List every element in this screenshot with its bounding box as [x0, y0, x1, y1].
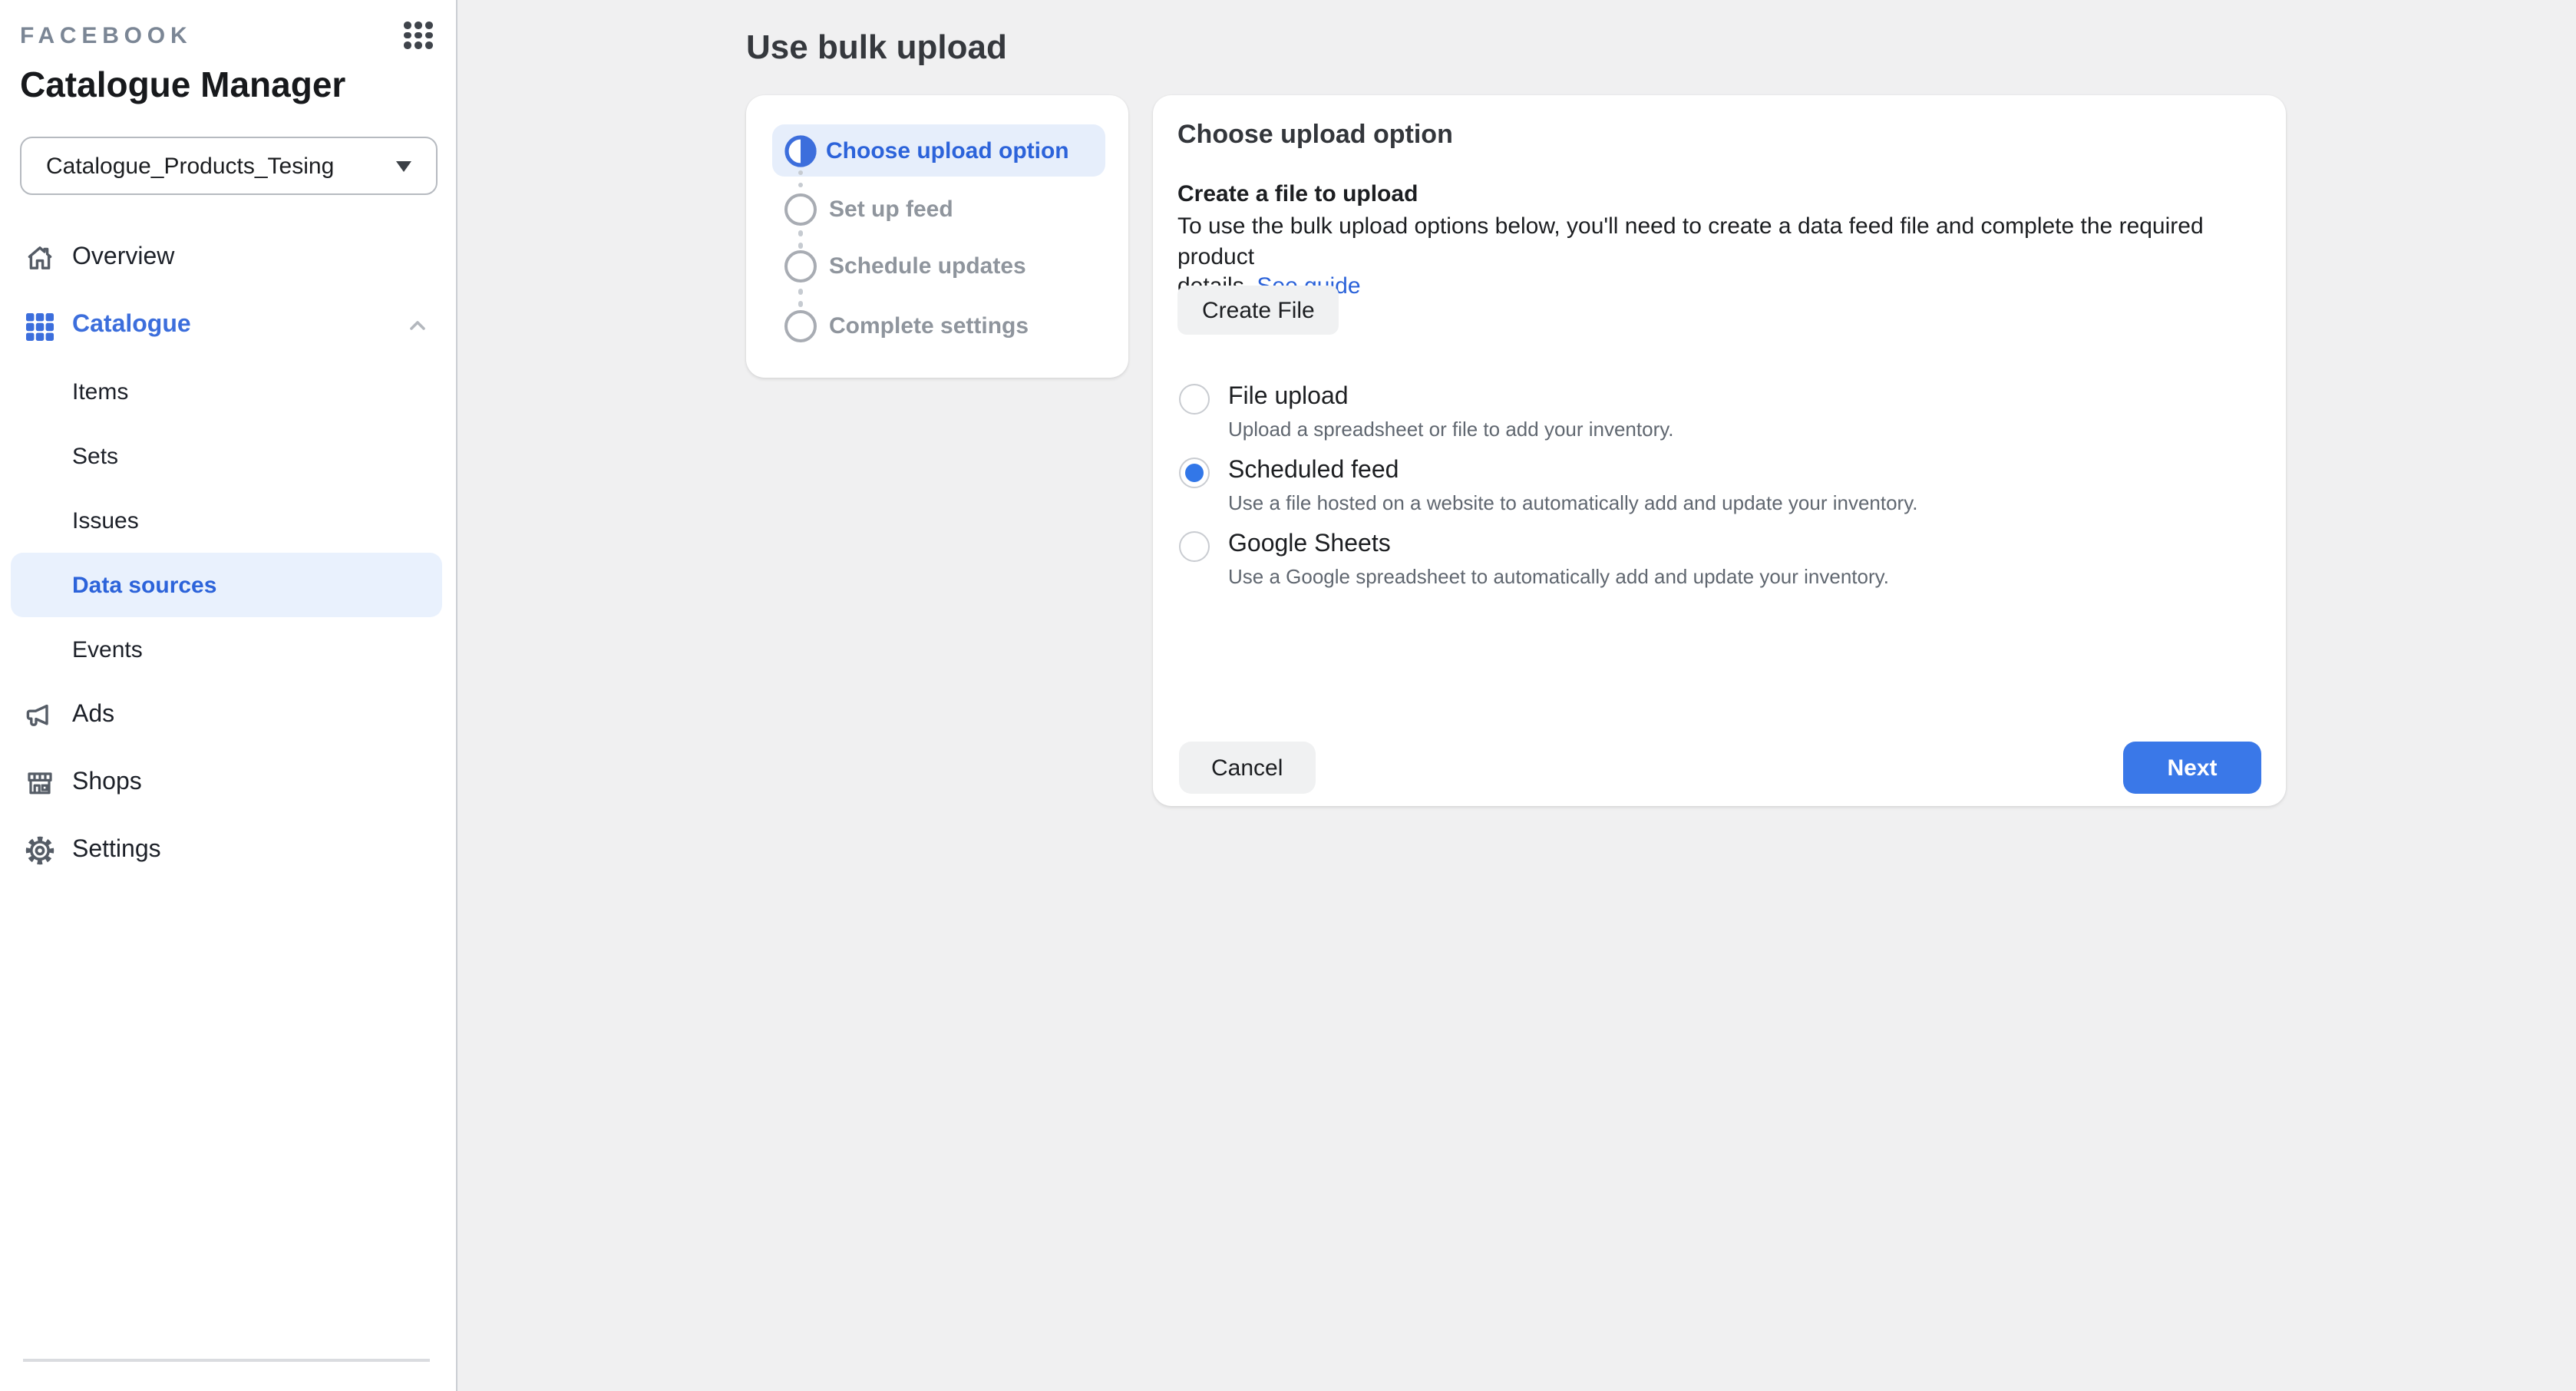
storefront-icon [25, 768, 55, 798]
sidebar: FACEBOOK Catalogue Manager Catalogue_Pro… [0, 0, 457, 1391]
step-circle-icon [784, 193, 817, 226]
radio-google-sheets[interactable] [1179, 531, 1210, 562]
sidebar-item-catalogue[interactable]: Catalogue [0, 292, 454, 359]
step-circle-icon [784, 310, 817, 342]
grid-icon [25, 310, 55, 341]
option-file-upload[interactable]: File upload Upload a spreadsheet or file… [1179, 382, 1674, 442]
option-description: Use a Google spreadsheet to automaticall… [1228, 563, 1889, 590]
step-label: Choose upload option [826, 137, 1069, 164]
option-label: Google Sheets [1228, 530, 1889, 560]
sidebar-item-ads[interactable]: Ads [0, 682, 454, 749]
catalogue-selector-value: Catalogue_Products_Tesing [46, 153, 384, 179]
sidebar-item-label: Issues [72, 507, 139, 534]
stepper-card: Choose upload option Set up feed Schedul… [746, 95, 1128, 378]
megaphone-icon [25, 700, 55, 731]
radio-file-upload[interactable] [1179, 384, 1210, 415]
app-title: Catalogue Manager [20, 64, 345, 106]
step-label: Schedule updates [829, 253, 1026, 279]
sidebar-item-shops[interactable]: Shops [0, 749, 454, 817]
option-label: File upload [1228, 382, 1674, 413]
caret-down-icon [396, 160, 411, 171]
sidebar-item-sets[interactable]: Sets [0, 424, 454, 488]
brand-row: FACEBOOK [20, 15, 434, 55]
step-connector-dot [798, 230, 804, 236]
cancel-button[interactable]: Cancel [1179, 742, 1315, 794]
step-connector-dot [798, 182, 804, 187]
section-title: Create a file to upload [1177, 181, 1418, 207]
step-circle-icon [784, 250, 817, 282]
option-scheduled-feed[interactable]: Scheduled feed Use a file hosted on a we… [1179, 456, 1918, 516]
app-root: FACEBOOK Catalogue Manager Catalogue_Pro… [0, 0, 2576, 1391]
step-connector-dot [798, 289, 804, 294]
page-title: Use bulk upload [746, 28, 1007, 68]
option-description: Use a file hosted on a website to automa… [1228, 490, 1918, 516]
sidebar-item-items[interactable]: Items [0, 359, 454, 424]
chevron-up-icon[interactable] [405, 313, 430, 338]
sidebar-item-label: Items [72, 378, 128, 405]
half-filled-circle-icon [784, 134, 817, 167]
option-google-sheets[interactable]: Google Sheets Use a Google spreadsheet t… [1179, 530, 1889, 590]
gear-icon [25, 835, 55, 866]
sidebar-item-label: Shops [72, 769, 142, 797]
facebook-wordmark: FACEBOOK [20, 22, 192, 48]
sidebar-item-label: Sets [72, 443, 118, 469]
sidebar-item-label: Data sources [72, 572, 216, 598]
sidebar-bottom-divider [23, 1359, 430, 1361]
step-label: Set up feed [829, 197, 953, 223]
sidebar-item-label: Overview [72, 244, 174, 272]
radio-scheduled-feed[interactable] [1179, 458, 1210, 488]
sidebar-nav: Overview Catalogue [0, 224, 454, 884]
sidebar-item-label: Catalogue [72, 312, 191, 339]
create-file-button[interactable]: Create File [1177, 286, 1339, 335]
sidebar-item-label: Events [72, 636, 143, 662]
step-choose-upload-option[interactable]: Choose upload option [772, 124, 1105, 177]
description-line-1: To use the bulk upload options below, yo… [1177, 213, 2204, 269]
option-label: Scheduled feed [1228, 456, 1918, 487]
home-icon [25, 243, 55, 273]
step-set-up-feed: Set up feed [784, 193, 953, 226]
sidebar-item-data-sources[interactable]: Data sources [11, 553, 442, 617]
next-button[interactable]: Next [2123, 742, 2261, 794]
sidebar-item-label: Ads [72, 702, 114, 729]
catalogue-selector[interactable]: Catalogue_Products_Tesing [20, 137, 438, 195]
step-connector-dot [798, 301, 804, 306]
sidebar-item-settings[interactable]: Settings [0, 817, 454, 884]
step-connector-dot [798, 243, 804, 248]
sidebar-item-events[interactable]: Events [0, 617, 454, 682]
sidebar-item-label: Settings [72, 837, 161, 864]
step-schedule-updates: Schedule updates [784, 250, 1026, 282]
step-complete-settings: Complete settings [784, 310, 1029, 342]
panel-title: Choose upload option [1177, 120, 1453, 150]
sidebar-item-overview[interactable]: Overview [0, 224, 454, 292]
step-label: Complete settings [829, 313, 1029, 339]
apps-grid-icon[interactable] [402, 20, 434, 51]
option-description: Upload a spreadsheet or file to add your… [1228, 416, 1674, 442]
choose-upload-option-panel: Choose upload option Create a file to up… [1153, 95, 2286, 806]
sidebar-item-issues[interactable]: Issues [0, 488, 454, 553]
